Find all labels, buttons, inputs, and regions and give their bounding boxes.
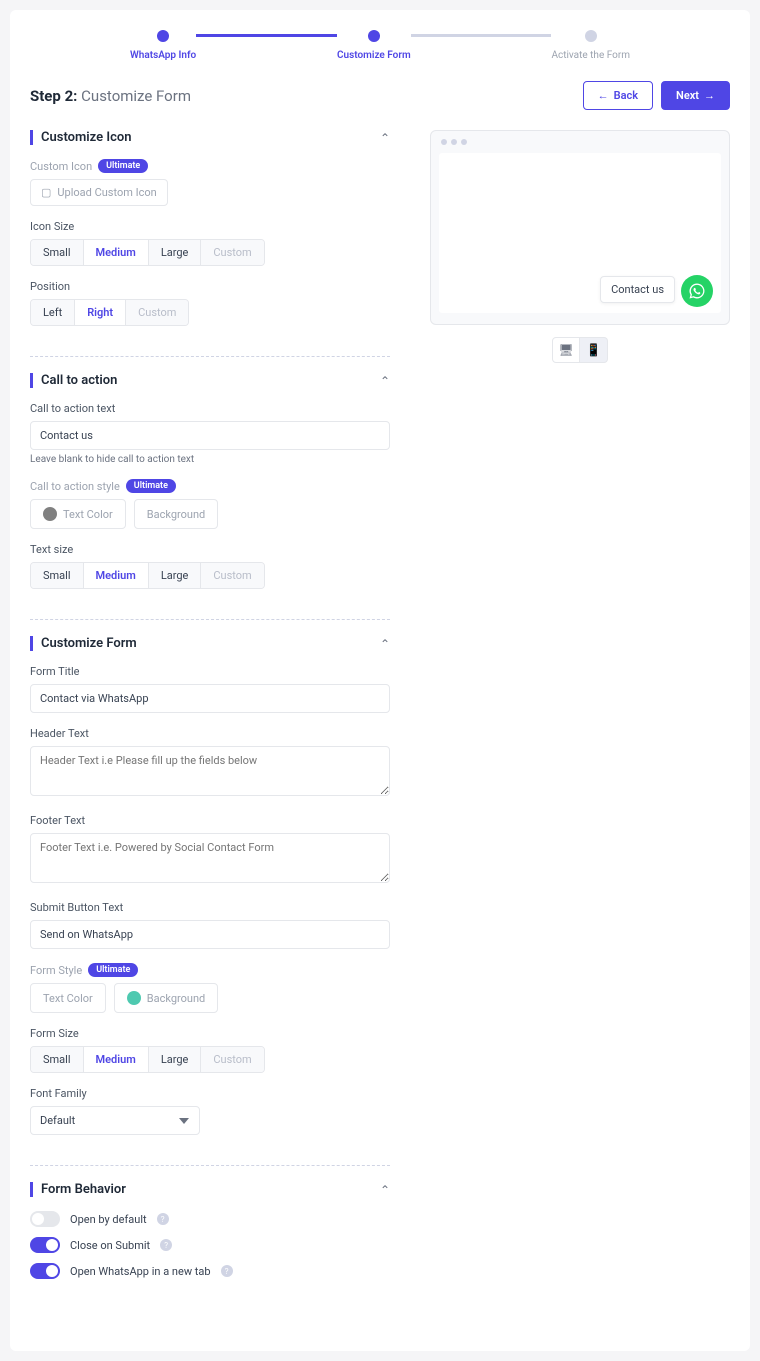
ultimate-badge: Ultimate bbox=[126, 479, 176, 493]
device-mobile-button[interactable]: 📱 bbox=[580, 337, 608, 363]
arrow-right-icon: → bbox=[704, 89, 715, 102]
device-desktop-button[interactable]: 🖥 bbox=[552, 337, 580, 363]
stepper: WhatsApp Info Customize Form Activate th… bbox=[30, 30, 730, 61]
back-button[interactable]: ←Back bbox=[583, 81, 653, 110]
help-icon[interactable]: ? bbox=[221, 1265, 233, 1277]
icon-size-large[interactable]: Large bbox=[149, 240, 202, 265]
icon-size-segmented[interactable]: Small Medium Large Custom bbox=[30, 239, 265, 266]
step-line-2 bbox=[411, 34, 552, 37]
cta-size-custom: Custom bbox=[201, 563, 263, 588]
section-customize-icon[interactable]: Customize Icon ⌃ bbox=[30, 130, 390, 145]
form-size-large[interactable]: Large bbox=[149, 1047, 202, 1072]
position-custom: Custom bbox=[126, 300, 188, 325]
step-line-1 bbox=[196, 34, 337, 37]
step-label-2: Customize Form bbox=[337, 50, 411, 61]
form-background-color: Background bbox=[114, 983, 218, 1013]
chevron-up-icon: ⌃ bbox=[380, 131, 390, 145]
toggle-close-submit[interactable] bbox=[30, 1237, 60, 1253]
section-customize-form[interactable]: Customize Form ⌃ bbox=[30, 636, 390, 651]
help-icon[interactable]: ? bbox=[160, 1239, 172, 1251]
whatsapp-icon bbox=[681, 275, 713, 307]
window-dots-icon bbox=[431, 131, 729, 153]
chevron-up-icon: ⌃ bbox=[380, 1183, 390, 1197]
mobile-icon: 📱 bbox=[586, 343, 601, 357]
submit-text-input[interactable] bbox=[30, 920, 390, 949]
step-label-1: WhatsApp Info bbox=[130, 50, 196, 61]
header-text-input[interactable] bbox=[30, 746, 390, 796]
cta-text-size-segmented[interactable]: Small Medium Large Custom bbox=[30, 562, 265, 589]
font-family-select[interactable]: Default bbox=[30, 1106, 200, 1135]
chevron-up-icon: ⌃ bbox=[380, 374, 390, 388]
step-dot-1 bbox=[157, 30, 169, 42]
next-button[interactable]: Next→ bbox=[661, 81, 730, 110]
cta-size-small[interactable]: Small bbox=[31, 563, 84, 588]
cta-background-color: Background bbox=[134, 499, 218, 529]
position-segmented[interactable]: Left Right Custom bbox=[30, 299, 189, 326]
cta-size-medium[interactable]: Medium bbox=[84, 563, 149, 588]
cta-size-large[interactable]: Large bbox=[149, 563, 202, 588]
toggle-open-default[interactable] bbox=[30, 1211, 60, 1227]
form-size-segmented[interactable]: Small Medium Large Custom bbox=[30, 1046, 265, 1073]
position-left[interactable]: Left bbox=[31, 300, 75, 325]
form-title-input[interactable] bbox=[30, 684, 390, 713]
image-icon: ▢ bbox=[41, 186, 51, 199]
step-label-3: Activate the Form bbox=[551, 50, 630, 61]
preview-cta-bubble: Contact us bbox=[600, 276, 675, 303]
form-size-custom: Custom bbox=[201, 1047, 263, 1072]
form-size-medium[interactable]: Medium bbox=[84, 1047, 149, 1072]
icon-size-small[interactable]: Small bbox=[31, 240, 84, 265]
preview-window: Contact us bbox=[430, 130, 730, 325]
icon-size-custom: Custom bbox=[201, 240, 263, 265]
form-text-color: Text Color bbox=[30, 983, 106, 1013]
cta-text-color: Text Color bbox=[30, 499, 126, 529]
page-title: Step 2: Customize Form bbox=[30, 87, 191, 105]
desktop-icon: 🖥 bbox=[558, 343, 573, 357]
section-call-to-action[interactable]: Call to action ⌃ bbox=[30, 373, 390, 388]
step-dot-3 bbox=[585, 30, 597, 42]
arrow-left-icon: ← bbox=[598, 89, 609, 102]
step-dot-2 bbox=[368, 30, 380, 42]
icon-size-medium[interactable]: Medium bbox=[84, 240, 149, 265]
cta-text-input[interactable] bbox=[30, 421, 390, 450]
form-size-small[interactable]: Small bbox=[31, 1047, 84, 1072]
footer-text-input[interactable] bbox=[30, 833, 390, 883]
position-right[interactable]: Right bbox=[75, 300, 126, 325]
toggle-open-new-tab[interactable] bbox=[30, 1263, 60, 1279]
ultimate-badge: Ultimate bbox=[88, 963, 138, 977]
chevron-up-icon: ⌃ bbox=[380, 637, 390, 651]
help-icon[interactable]: ? bbox=[157, 1213, 169, 1225]
ultimate-badge: Ultimate bbox=[98, 159, 148, 173]
section-form-behavior[interactable]: Form Behavior ⌃ bbox=[30, 1182, 390, 1197]
upload-icon-button: ▢Upload Custom Icon bbox=[30, 179, 168, 206]
